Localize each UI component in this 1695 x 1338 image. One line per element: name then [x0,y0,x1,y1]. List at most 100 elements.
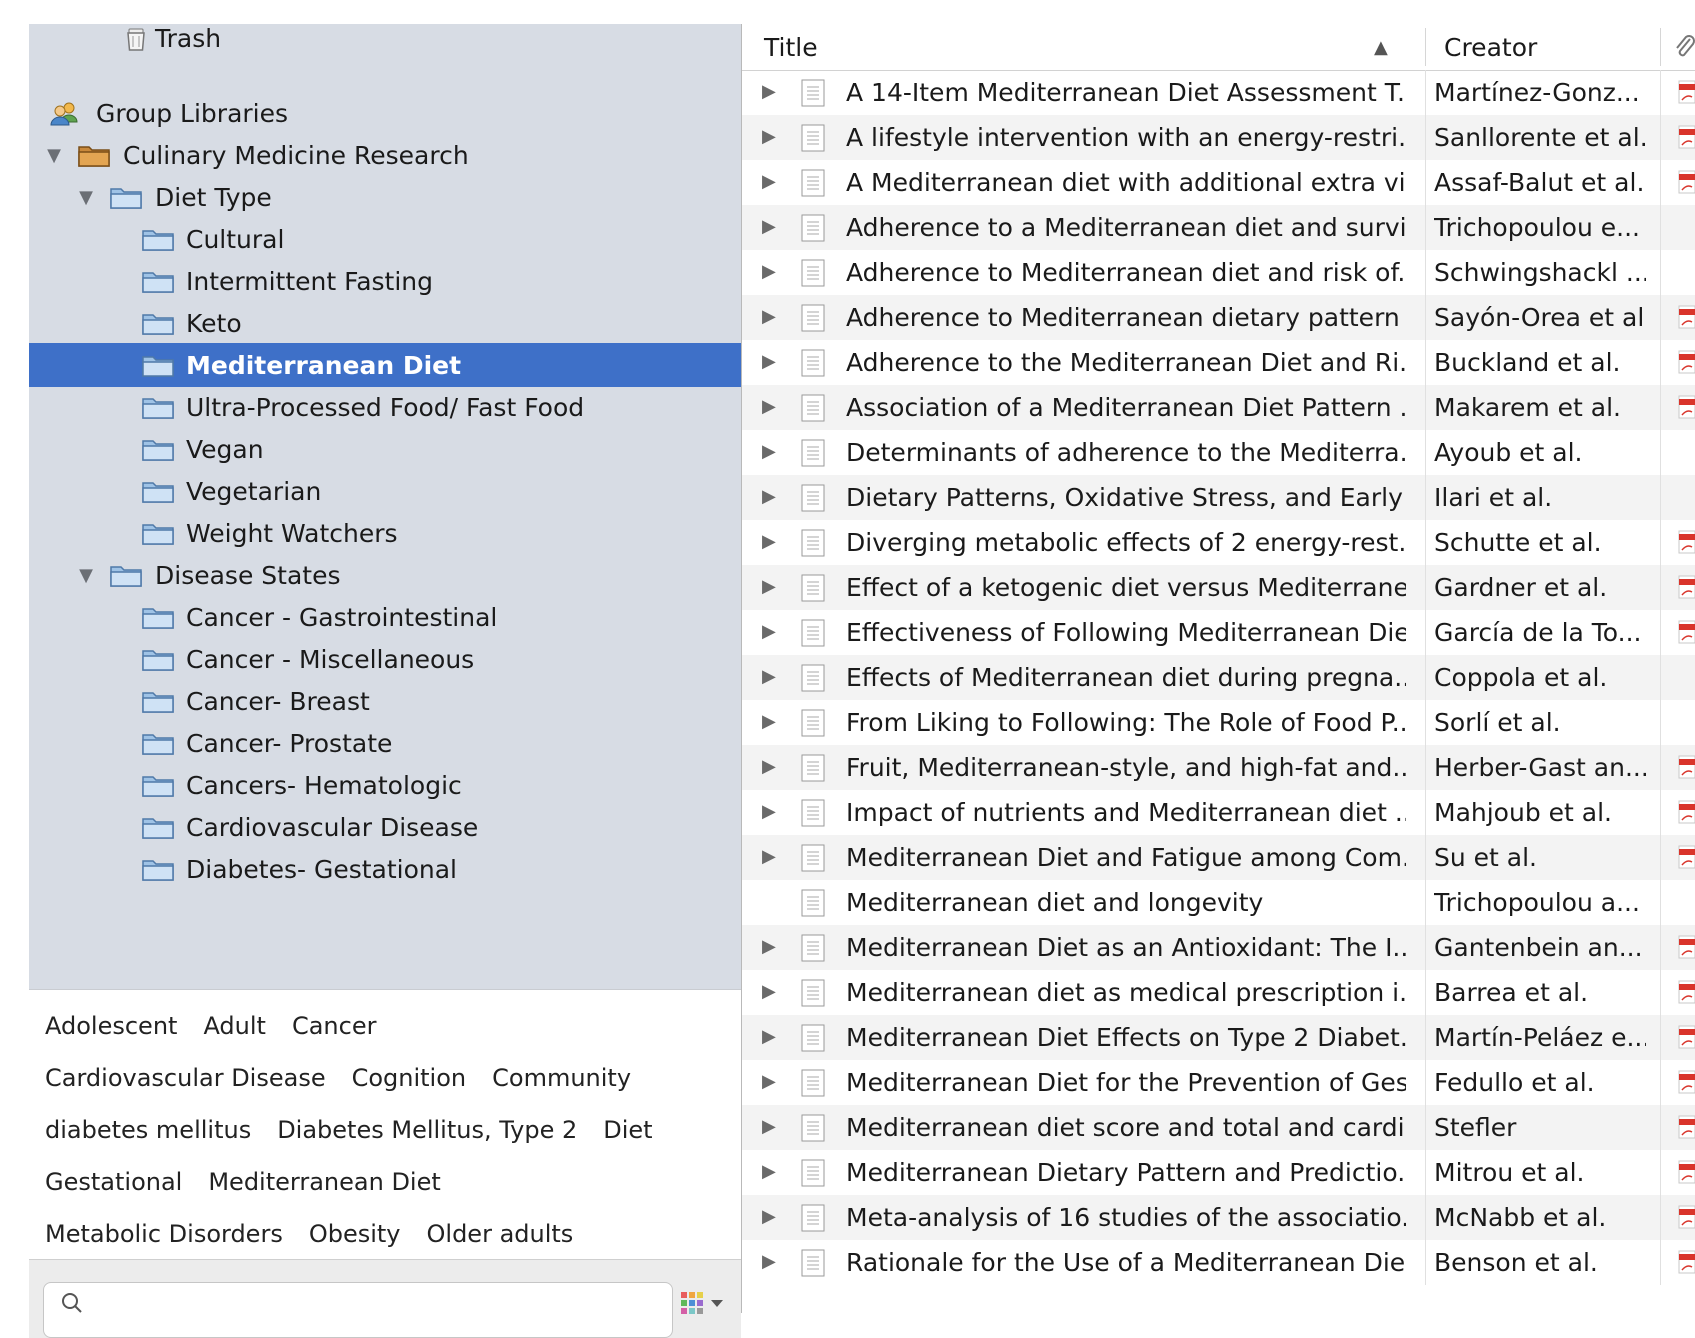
item-row[interactable]: ▶ Mediterranean diet as medical prescript… [742,970,1695,1015]
sidebar-item-diabetes-gestational[interactable]: Diabetes- Gestational [29,847,741,891]
sidebar-item-diet-type[interactable]: ▼ Diet Type [29,175,741,219]
sidebar-item-cancer-miscellaneous[interactable]: Cancer - Miscellaneous [29,637,741,681]
pdf-attachment-icon[interactable] [1678,1115,1695,1139]
tag-item[interactable]: Cognition [352,1064,467,1092]
item-row[interactable]: ▶ Meta-analysis of 16 studies of the asso… [742,1195,1695,1240]
sidebar-item-culinary-medicine-research[interactable]: ▼ Culinary Medicine Research [29,133,741,177]
expand-arrow-icon[interactable]: ▶ [762,847,780,867]
sidebar-item-trash[interactable]: Trash [29,16,741,60]
pdf-attachment-icon[interactable] [1678,305,1695,329]
sidebar-item-mediterranean-diet[interactable]: Mediterranean Diet [29,343,741,387]
sidebar-item-cancer-prostate[interactable]: Cancer- Prostate [29,721,741,765]
item-row[interactable]: ▶ A Mediterranean diet with additional ex… [742,160,1695,205]
item-row[interactable]: ▶ Adherence to Mediterranean diet and ris… [742,250,1695,295]
item-row[interactable]: ▶ Diverging metabolic effects of 2 energy… [742,520,1695,565]
sidebar-item-cancers-hematologic[interactable]: Cancers- Hematologic [29,763,741,807]
pdf-attachment-icon[interactable] [1678,1025,1695,1049]
expand-arrow-icon[interactable]: ▶ [762,757,780,777]
expand-arrow-icon[interactable]: ▶ [762,487,780,507]
sidebar-item-weight-watchers[interactable]: Weight Watchers [29,511,741,555]
item-row[interactable]: ▶ Mediterranean Diet as an Antioxidant: T… [742,925,1695,970]
expand-arrow-icon[interactable]: ▶ [762,1162,780,1182]
tag-search-input[interactable] [43,1282,673,1338]
tag-item[interactable]: Adolescent [45,1012,177,1040]
pdf-attachment-icon[interactable] [1678,620,1695,644]
expand-arrow-icon[interactable]: ▶ [762,397,780,417]
tag-item[interactable]: diabetes mellitus [45,1116,251,1144]
expand-arrow-icon[interactable]: ▶ [762,1252,780,1272]
item-row[interactable]: ▶ Impact of nutrients and Mediterranean d… [742,790,1695,835]
pdf-attachment-icon[interactable] [1678,800,1695,824]
expand-arrow-icon[interactable]: ▶ [762,667,780,687]
tag-item[interactable]: Cancer [292,1012,377,1040]
sidebar-item-cultural[interactable]: Cultural [29,217,741,261]
expand-arrow-icon[interactable]: ▶ [762,622,780,642]
item-row[interactable]: ▶ Mediterranean diet score and total and … [742,1105,1695,1150]
tag-item[interactable]: Diet [603,1116,652,1144]
item-row[interactable]: ▶ Determinants of adherence to the Medite… [742,430,1695,475]
tag-item[interactable]: Older adults [427,1220,574,1248]
tag-item[interactable]: Metabolic Disorders [45,1220,283,1248]
item-row[interactable]: ▶ A 14-Item Mediterranean Diet Assessment… [742,70,1695,115]
pdf-attachment-icon[interactable] [1678,170,1695,194]
creator-column-header[interactable]: Creator [1444,24,1644,70]
disclosure-triangle-icon[interactable]: ▼ [43,144,65,166]
sidebar-item-cancer-gastrointestinal[interactable]: Cancer - Gastrointestinal [29,595,741,639]
item-row[interactable]: Mediterranean diet and longevity Trichopo… [742,880,1695,925]
pdf-attachment-icon[interactable] [1678,530,1695,554]
expand-arrow-icon[interactable]: ▶ [762,982,780,1002]
pdf-attachment-icon[interactable] [1678,845,1695,869]
pdf-attachment-icon[interactable] [1678,125,1695,149]
tag-item[interactable]: Gestational [45,1168,182,1196]
expand-arrow-icon[interactable]: ▶ [762,217,780,237]
pdf-attachment-icon[interactable] [1678,1160,1695,1184]
item-row[interactable]: ▶ Adherence to a Mediterranean diet and s… [742,205,1695,250]
sidebar-item-cancer-breast[interactable]: Cancer- Breast [29,679,741,723]
sidebar-item-keto[interactable]: Keto [29,301,741,345]
pdf-attachment-icon[interactable] [1678,1250,1695,1274]
pdf-attachment-icon[interactable] [1678,980,1695,1004]
disclosure-triangle-icon[interactable]: ▼ [75,564,97,586]
tag-item[interactable]: Mediterranean Diet [208,1168,440,1196]
pdf-attachment-icon[interactable] [1678,755,1695,779]
item-row[interactable]: ▶ Mediterranean Dietary Pattern and Predi… [742,1150,1695,1195]
disclosure-triangle-icon[interactable]: ▼ [75,186,97,208]
item-row[interactable]: ▶ Adherence to the Mediterranean Diet and… [742,340,1695,385]
sidebar-item-cardiovascular-disease[interactable]: Cardiovascular Disease [29,805,741,849]
item-row[interactable]: ▶ Adherence to Mediterranean dietary patt… [742,295,1695,340]
attachment-column-icon[interactable] [1672,33,1695,61]
item-row[interactable]: ▶ A lifestyle intervention with an energy… [742,115,1695,160]
expand-arrow-icon[interactable]: ▶ [762,712,780,732]
pdf-attachment-icon[interactable] [1678,935,1695,959]
sidebar-item-vegan[interactable]: Vegan [29,427,741,471]
sidebar-item-intermittent-fasting[interactable]: Intermittent Fasting [29,259,741,303]
sidebar-item-disease-states[interactable]: ▼ Disease States [29,553,741,597]
tag-item[interactable]: Obesity [309,1220,401,1248]
expand-arrow-icon[interactable]: ▶ [762,1072,780,1092]
pdf-attachment-icon[interactable] [1678,350,1695,374]
item-row[interactable]: ▶ Mediterranean Diet and Fatigue among Co… [742,835,1695,880]
expand-arrow-icon[interactable]: ▶ [762,1027,780,1047]
title-column-header[interactable]: Title [764,24,1364,70]
pdf-attachment-icon[interactable] [1678,80,1695,104]
expand-arrow-icon[interactable]: ▶ [762,307,780,327]
item-row[interactable]: ▶ Association of a Mediterranean Diet Pat… [742,385,1695,430]
expand-arrow-icon[interactable]: ▶ [762,262,780,282]
item-row[interactable]: ▶ Effectiveness of Following Mediterranea… [742,610,1695,655]
item-row[interactable]: ▶ Dietary Patterns, Oxidative Stress, and… [742,475,1695,520]
expand-arrow-icon[interactable]: ▶ [762,82,780,102]
sidebar-item-ultra-processed-food-fast-food[interactable]: Ultra-Processed Food/ Fast Food [29,385,741,429]
tag-item[interactable]: Cardiovascular Disease [45,1064,326,1092]
expand-arrow-icon[interactable]: ▶ [762,1117,780,1137]
expand-arrow-icon[interactable]: ▶ [762,127,780,147]
expand-arrow-icon[interactable]: ▶ [762,532,780,552]
expand-arrow-icon[interactable]: ▶ [762,1207,780,1227]
item-row[interactable]: ▶ From Liking to Following: The Role of F… [742,700,1695,745]
item-row[interactable]: ▶ Mediterranean Diet Effects on Type 2 Di… [742,1015,1695,1060]
tag-item[interactable]: Adult [203,1012,266,1040]
sort-ascending-icon[interactable]: ▲ [1374,24,1388,70]
item-row[interactable]: ▶ Effects of Mediterranean diet during pr… [742,655,1695,700]
tag-item[interactable]: Diabetes Mellitus, Type 2 [277,1116,577,1144]
expand-arrow-icon[interactable]: ▶ [762,802,780,822]
expand-arrow-icon[interactable]: ▶ [762,577,780,597]
